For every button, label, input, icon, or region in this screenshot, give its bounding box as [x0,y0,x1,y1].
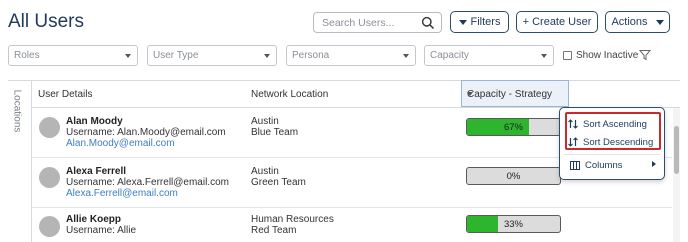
show-inactive-label: Show Inactive [576,50,639,61]
search-icon[interactable] [421,16,435,30]
chevron-down-icon [125,54,131,58]
roles-filter-label: Roles [14,50,40,61]
funnel-icon[interactable] [639,49,651,61]
column-header-user-details[interactable]: User Details [38,89,92,100]
column-header-capacity-strategy[interactable]: Capacity - Strategy [461,80,569,107]
capacity-percent: 33% [503,219,523,230]
chevron-right-icon [652,161,656,167]
team-name: Red Team [251,225,297,236]
capacity-progress-bar: 67% [466,118,561,136]
grid-top-border [8,80,680,81]
avatar [39,216,60,237]
persona-filter[interactable]: Persona [286,45,416,66]
capacity-filter[interactable]: Capacity [424,45,554,66]
locations-side-tab-label: Locations [11,89,23,133]
user-type-filter-label: User Type [153,50,199,61]
page-title: All Users [8,11,85,32]
chevron-down-icon [403,54,409,58]
filters-button-label: Filters [470,16,501,28]
capacity-percent: 67% [503,122,523,133]
user-name: Allie Koepp [66,214,122,225]
user-login: Username: Alan.Moody@email.com [66,127,226,138]
actions-button[interactable]: Actions [605,11,670,33]
user-login: Username: Allie [66,225,137,236]
user-name: Alexa Ferrell [66,166,127,177]
avatar [39,117,60,138]
actions-button-label: Actions [611,16,648,28]
create-user-button[interactable]: + Create User [516,11,598,33]
column-header-capacity-label: Capacity - Strategy [467,89,553,100]
network-location: Austin [251,116,279,127]
search-input[interactable] [314,13,414,33]
capacity-progress-bar: 33% [466,215,561,233]
search-box[interactable] [313,12,442,33]
user-name: Alan Moody [66,116,123,127]
columns-menu-item[interactable]: Columns [570,157,656,173]
menu-divider [564,154,660,155]
show-inactive-checkbox[interactable] [563,51,572,60]
scrollbar-thumb[interactable] [674,126,679,174]
column-header-network-location[interactable]: Network Location [251,89,328,100]
team-name: Blue Team [251,127,299,138]
chevron-down-icon [541,54,547,58]
column-menu-icon[interactable] [467,92,473,96]
persona-filter-label: Persona [292,50,330,61]
sort-options-highlight [565,112,661,150]
chevron-down-icon [264,54,270,58]
capacity-progress-bar: 0% [466,167,561,185]
columns-icon [570,160,580,170]
filters-button[interactable]: Filters [450,11,509,33]
locations-side-tab[interactable]: Locations [6,86,28,136]
capacity-filter-label: Capacity [430,50,469,61]
user-email-link[interactable]: Alan.Moody@email.com [66,138,175,149]
team-name: Green Team [251,177,306,188]
create-user-label: + Create User [522,16,592,28]
user-email-link[interactable]: Alexa.Ferrell@email.com [66,188,178,199]
table-row[interactable]: Allie Koepp Username: Allie Human Resour… [32,208,672,242]
user-type-filter[interactable]: User Type [147,45,277,66]
chevron-down-icon [655,19,664,25]
roles-filter[interactable]: Roles [8,45,138,66]
show-inactive-toggle[interactable]: Show Inactive [563,50,638,61]
network-location: Austin [251,166,279,177]
capacity-percent: 0% [506,171,521,182]
chevron-down-icon [458,19,467,25]
vertical-scrollbar[interactable] [673,108,680,242]
user-login: Username: Alexa.Ferrell@email.com [66,177,229,188]
network-location: Human Resources [251,214,334,225]
avatar [39,167,60,188]
columns-label: Columns [585,159,623,171]
